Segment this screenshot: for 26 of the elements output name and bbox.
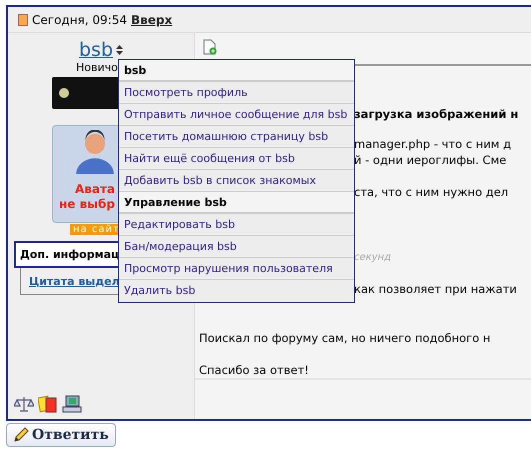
pencil-icon: [13, 427, 29, 443]
post-date: Сегодня, 09:54: [32, 12, 127, 26]
username-link[interactable]: bsb: [78, 39, 114, 61]
top-link[interactable]: Вверх: [130, 12, 172, 26]
scales-icon[interactable]: [14, 395, 34, 413]
reply-button[interactable]: Ответить: [6, 423, 116, 447]
edit-note: секунд: [354, 251, 392, 265]
menu-header: bsb: [119, 60, 354, 82]
person-drawing: [73, 130, 117, 174]
cards-icon[interactable]: [38, 395, 58, 413]
post-icon: [18, 14, 28, 26]
post-title: загрузка изображений н: [354, 106, 518, 122]
menu-header: Управление bsb: [119, 192, 354, 214]
post-text: Поискал по форуму сам, но ничего подобного н: [199, 330, 490, 346]
new-document-icon[interactable]: [203, 39, 217, 55]
avatar-caption: не выбр: [58, 197, 115, 212]
post-text: как позволяет при нажати: [354, 281, 517, 297]
user-rank: Новичо: [76, 61, 118, 74]
computer-icon[interactable]: [62, 395, 82, 413]
post-text: Спасибо за ответ!: [199, 362, 309, 378]
post-text: й - одни иероглифы. Сме: [354, 152, 506, 168]
post-text: manager.php - что с ним д: [354, 136, 512, 152]
quote-link[interactable]: Цитата выдел: [29, 275, 120, 288]
post-text: ста, что с ним нужно дел: [354, 184, 508, 200]
avatar-caption: Авата: [74, 182, 115, 197]
sort-arrows-icon[interactable]: [116, 45, 124, 55]
